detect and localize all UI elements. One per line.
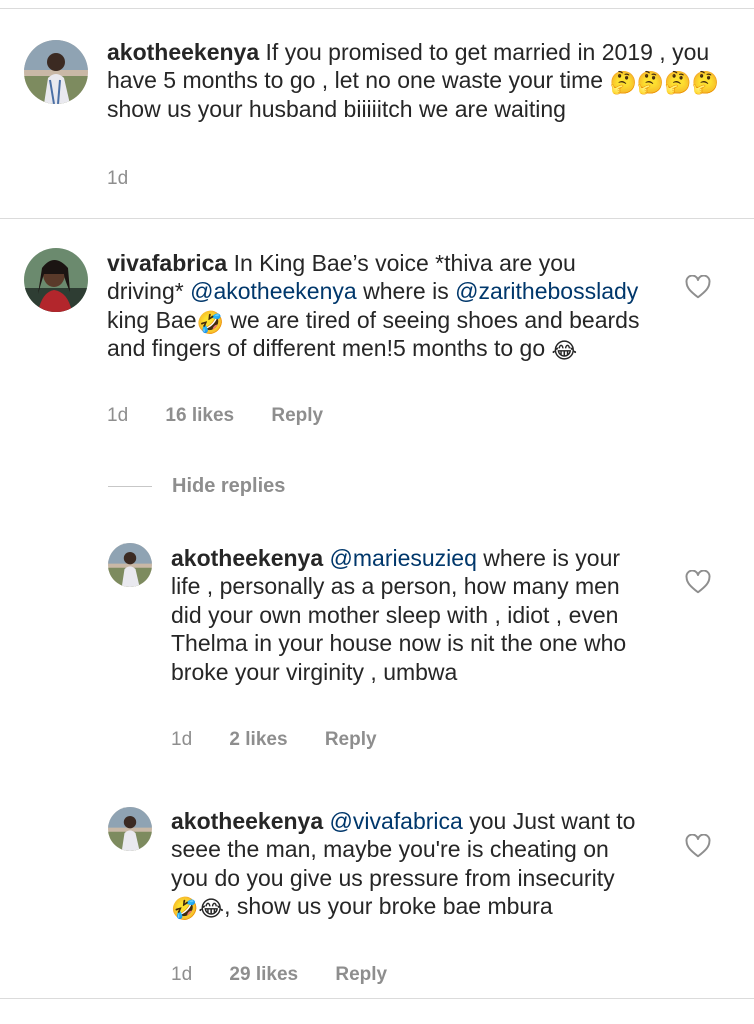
reply-username[interactable]: akotheekenya <box>171 808 323 834</box>
like-button[interactable] <box>685 570 711 594</box>
like-button[interactable] <box>685 834 711 858</box>
reply-meta: 1d 29 likes Reply <box>171 964 419 986</box>
comment-time: 1d <box>107 405 129 426</box>
mention-link[interactable]: @vivafabrica <box>330 808 463 834</box>
hide-replies-label[interactable]: Hide replies <box>172 475 285 498</box>
comment-text: vivafabrica In King Bae’s voice *thiva a… <box>107 249 647 363</box>
comment-username[interactable]: vivafabrica <box>107 250 227 276</box>
heart-outline-icon <box>685 834 711 858</box>
reply-text: akotheekenya @vivafabrica you Just want … <box>171 807 646 921</box>
thinking-emoji-icon: 🤔🤔🤔🤔 <box>609 70 720 96</box>
reply-time: 1d <box>171 964 193 985</box>
comment-body: king Bae <box>107 306 197 333</box>
likes-count[interactable]: 2 likes <box>229 729 287 751</box>
avatar-vivafabrica[interactable] <box>24 248 88 312</box>
rofl-emoji-icon: 🤣 <box>196 309 224 335</box>
likes-count[interactable]: 16 likes <box>165 405 234 427</box>
comment-username[interactable]: akotheekenya <box>107 39 259 65</box>
reply-button[interactable]: Reply <box>271 405 323 427</box>
comment-meta: 1d <box>107 168 160 190</box>
mention-link[interactable]: @mariesuzieq <box>330 545 477 571</box>
bottom-divider <box>0 998 754 999</box>
reply-meta: 1d 2 likes Reply <box>171 729 409 751</box>
likes-count[interactable]: 29 likes <box>229 964 298 986</box>
like-button[interactable] <box>685 275 711 299</box>
heart-outline-icon <box>685 570 711 594</box>
comment-time: 1d <box>107 168 129 189</box>
avatar-akotheekenya[interactable] <box>24 40 88 104</box>
reply-time: 1d <box>171 729 193 750</box>
top-divider <box>0 8 754 9</box>
laughing-emoji-icon: 🤣😂 <box>171 896 225 922</box>
comment-text: akotheekenya If you promised to get marr… <box>107 38 732 123</box>
profile-photo-icon <box>108 807 152 851</box>
heart-outline-icon <box>685 275 711 299</box>
avatar-akotheekenya[interactable] <box>108 543 152 587</box>
reply-button[interactable]: Reply <box>325 729 377 751</box>
reply-text: akotheekenya @mariesuzieq where is your … <box>171 544 641 686</box>
hide-replies-toggle[interactable]: Hide replies <box>108 474 285 498</box>
mention-link[interactable]: @akotheekenya <box>190 278 357 304</box>
joy-emoji-icon: 😂 <box>551 338 578 364</box>
comment-meta: 1d 16 likes Reply <box>107 405 355 427</box>
mention-link[interactable]: @zarithebosslady <box>455 278 638 304</box>
profile-photo-icon <box>24 40 88 104</box>
hide-replies-line <box>108 485 152 487</box>
reply-body-end: , show us your broke bae mbura <box>224 893 553 920</box>
profile-photo-icon <box>24 248 88 312</box>
comment-body-end: show us your husband biiiiitch we are wa… <box>107 95 566 122</box>
profile-photo-icon <box>108 543 152 587</box>
reply-button[interactable]: Reply <box>335 964 387 986</box>
reply-username[interactable]: akotheekenya <box>171 545 323 571</box>
comment-body: where is <box>356 278 456 305</box>
avatar-akotheekenya[interactable] <box>108 807 152 851</box>
comment-divider <box>0 218 754 219</box>
